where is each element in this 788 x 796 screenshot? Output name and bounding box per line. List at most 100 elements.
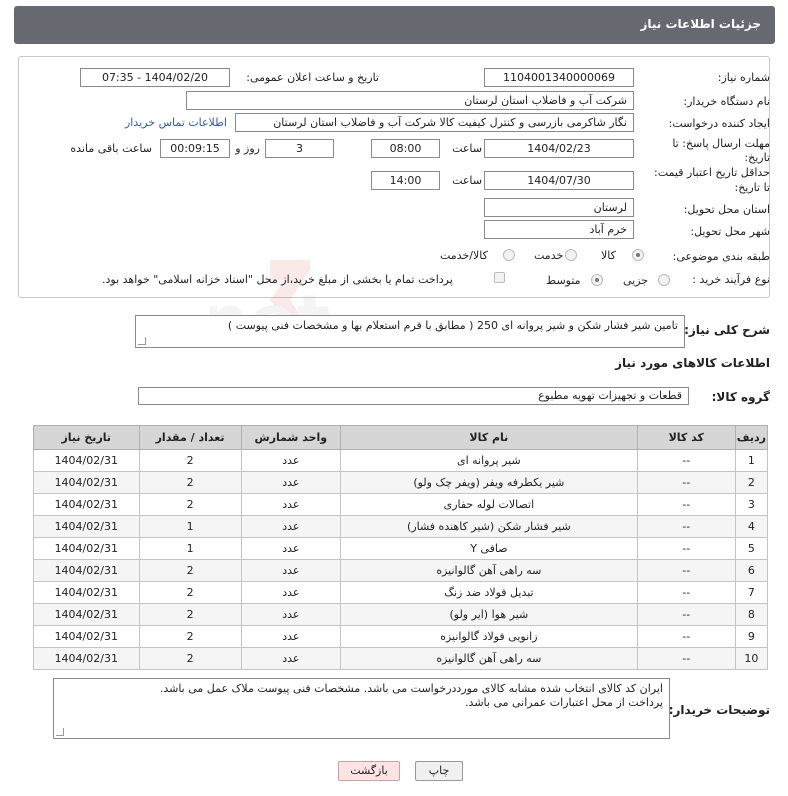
min-price-time-field: 14:00 [371,171,440,190]
col-quantity: تعداد / مقدار [138,425,242,450]
cell-quantity: 2 [138,647,242,670]
announce-label: تاریخ و ساعت اعلان عمومی: [246,71,379,84]
buyer-org-field: شرکت آب و فاضلاب استان لرستان [186,91,634,110]
cell-quantity: 2 [138,471,242,494]
cell-row-number: 10 [734,647,769,670]
print-button[interactable]: چاپ [415,761,463,781]
table-row: 7 -- تبدیل فولاد ضد زنگ عدد 2 1404/02/31 [33,581,769,604]
cell-quantity: 1 [138,515,242,538]
deadline-time-field: 08:00 [371,139,440,158]
deadline-label-1: مهلت ارسال پاسخ: تا [672,137,770,150]
table-row: 9 -- زانویی فولاد گالوانیزه عدد 2 1404/02/31 [33,625,769,648]
province-field: لرستان [484,198,634,217]
col-item-name: نام کالا [339,425,638,450]
process-label: نوع فرآیند خرید : [692,273,770,286]
cell-item-code: -- [636,559,736,582]
process-option-medium: متوسط [546,274,581,287]
cell-unit: عدد [240,471,341,494]
cell-need-date: 1404/02/31 [33,537,140,560]
cell-need-date: 1404/02/31 [33,647,140,670]
cell-item-code: -- [636,537,736,560]
cell-quantity: 2 [138,625,242,648]
cell-item-name: شیر یکطرفه ویفر (ویفر چک ولو) [339,471,638,494]
deadline-label-2: تاریخ: [744,151,770,164]
table-row: 5 -- صافی Y عدد 1 1404/02/31 [33,537,769,560]
need-number-label: شماره نیاز: [717,71,770,84]
table-row: 2 -- شیر یکطرفه ویفر (ویفر چک ولو) عدد 2 1404… [33,471,769,494]
days-label: روز و [235,142,260,155]
announce-field: 1404/02/20 - 07:35 [80,68,230,87]
cell-need-date: 1404/02/31 [33,559,140,582]
items-table: ردیف کد کالا نام کالا واحد شمارش تعداد /… [33,425,769,670]
table-header-row: ردیف کد کالا نام کالا واحد شمارش تعداد /… [33,425,769,450]
category-option-both: کالا/خدمت [440,249,488,262]
cell-row-number: 8 [734,603,769,626]
cell-unit: عدد [240,625,341,648]
cell-quantity: 1 [138,537,242,560]
cell-item-code: -- [636,471,736,494]
buyer-contact-link[interactable]: اطلاعات تماس خریدار [125,116,227,129]
need-number-field: 1104001340000069 [484,68,634,87]
cell-need-date: 1404/02/31 [33,625,140,648]
cell-quantity: 2 [138,449,242,472]
payment-checkbox[interactable] [494,272,505,283]
table-row: 3 -- اتصالات لوله حفاری عدد 2 1404/02/31 [33,493,769,516]
page-header: جزئیات اطلاعات نیاز [14,6,775,44]
cell-unit: عدد [240,493,341,516]
buyer-notes-box: ایران کد کالای انتخاب شده مشابه کالای مو… [53,678,670,739]
cell-row-number: 6 [734,559,769,582]
cell-need-date: 1404/02/31 [33,581,140,604]
cell-item-code: -- [636,493,736,516]
category-radio-service[interactable] [565,249,577,261]
col-row-number: ردیف [734,425,769,450]
cell-item-name: زانویی فولاد گالوانیزه [339,625,638,648]
cell-row-number: 7 [734,581,769,604]
process-radio-medium[interactable] [591,274,603,286]
cell-quantity: 2 [138,559,242,582]
category-radio-goods[interactable] [632,249,644,261]
deadline-date-field: 1404/02/23 [484,139,634,158]
cell-need-date: 1404/02/31 [33,449,140,472]
cell-need-date: 1404/02/31 [33,471,140,494]
cell-row-number: 4 [734,515,769,538]
process-radio-partial[interactable] [658,274,670,286]
cell-item-name: شیر فشار شکن (شیر کاهنده فشار) [339,515,638,538]
buyer-notes-line-1: ایران کد کالای انتخاب شده مشابه کالای مو… [159,682,663,695]
days-field: 3 [265,139,334,158]
cell-item-name: تبدیل فولاد ضد زنگ [339,581,638,604]
resize-handle-icon [138,337,146,345]
cell-item-code: -- [636,515,736,538]
cell-row-number: 1 [734,449,769,472]
cell-item-code: -- [636,449,736,472]
buyer-notes-line-2: پرداخت از محل اعتبارات عمرانی می باشد. [465,696,663,709]
category-option-goods: کالا [601,249,616,262]
cell-item-code: -- [636,581,736,604]
cell-item-name: شیر پروانه ای [339,449,638,472]
table-row: 4 -- شیر فشار شکن (شیر کاهنده فشار) عدد 1 140… [33,515,769,538]
cell-row-number: 5 [734,537,769,560]
col-need-date: تاریخ نیاز [33,425,140,450]
back-button[interactable]: بازگشت [338,761,400,781]
requester-label: ایجاد کننده درخواست: [668,117,770,130]
resize-handle-icon [56,728,64,736]
cell-item-code: -- [636,603,736,626]
cell-item-code: -- [636,625,736,648]
goods-section-title: اطلاعات کالاهای مورد نیاز [615,356,770,370]
description-text: تامین شیر فشار شکن و شیر پروانه ای 250 (… [227,319,678,332]
cell-need-date: 1404/02/31 [33,603,140,626]
page-title: جزئیات اطلاعات نیاز [640,17,761,31]
table-row: 6 -- سه راهی آهن گالوانیزه عدد 2 1404/02/31 [33,559,769,582]
cell-need-date: 1404/02/31 [33,493,140,516]
cell-item-name: اتصالات لوله حفاری [339,493,638,516]
cell-row-number: 3 [734,493,769,516]
cell-row-number: 2 [734,471,769,494]
col-item-code: کد کالا [636,425,736,450]
cell-item-name: سه راهی آهن گالوانیزه [339,559,638,582]
cell-unit: عدد [240,647,341,670]
category-radio-both[interactable] [503,249,515,261]
cell-unit: عدد [240,449,341,472]
remaining-label: ساعت باقی مانده [70,142,152,155]
cell-unit: عدد [240,559,341,582]
buyer-notes-label: توضیحات خریدار: [668,703,770,717]
province-label: استان محل تحویل: [683,203,770,216]
